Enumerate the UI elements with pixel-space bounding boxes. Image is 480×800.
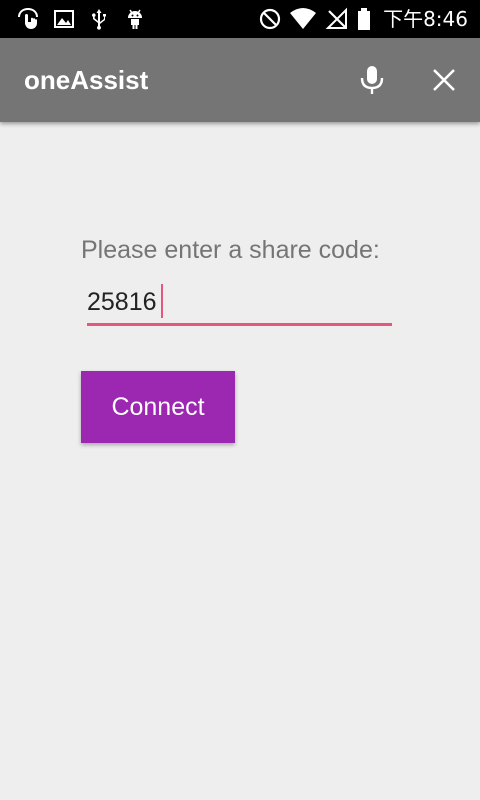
share-code-field[interactable] <box>87 280 392 326</box>
battery-icon <box>358 8 370 30</box>
no-signal-icon <box>325 7 347 29</box>
touch-assist-icon <box>18 7 38 29</box>
status-bar: 下午8:46 <box>0 0 480 38</box>
app-bar: oneAssist <box>0 38 480 122</box>
close-icon <box>433 69 455 91</box>
share-code-input[interactable] <box>87 284 387 320</box>
mic-button[interactable] <box>354 62 390 98</box>
do-not-disturb-icon <box>259 8 281 30</box>
app-title: oneAssist <box>24 65 149 95</box>
share-code-prompt: Please enter a share code: <box>81 236 380 264</box>
text-cursor <box>161 284 163 318</box>
android-icon <box>128 9 142 29</box>
image-icon <box>54 10 74 28</box>
connect-button[interactable]: Connect <box>81 371 235 443</box>
wifi-icon <box>290 8 316 29</box>
usb-icon <box>92 9 106 30</box>
status-time: 下午8:46 <box>383 7 468 31</box>
close-button[interactable] <box>426 62 462 98</box>
mic-icon <box>360 66 384 94</box>
